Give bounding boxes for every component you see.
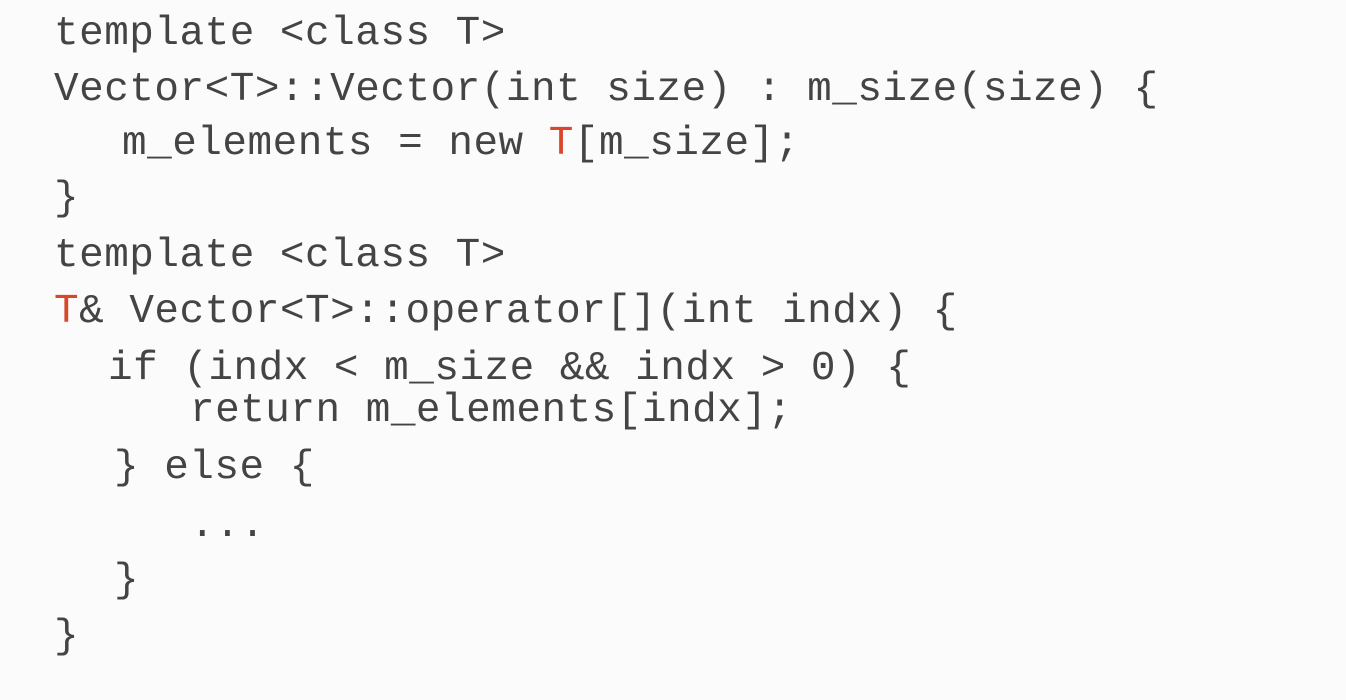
code-line-closing-brace: }: [54, 176, 80, 222]
code-slide: template <class T> Vector<T>::Vector(int…: [0, 0, 1346, 700]
code-line-closing-brace: }: [114, 558, 140, 604]
code-line-else: } else {: [114, 445, 315, 491]
code-line-if-condition: if (indx < m_size && indx > 0) {: [108, 346, 912, 392]
code-line-template-declaration: template <class T>: [54, 11, 506, 57]
code-line-operator-signature: T& Vector<T>::operator[](int indx) {: [54, 288, 958, 336]
code-line-ellipsis: ...: [190, 503, 266, 549]
code-line-constructor-signature: Vector<T>::Vector(int size) : m_size(siz…: [54, 67, 1159, 113]
code-line-constructor-body: m_elements = new T[m_size];: [122, 120, 800, 168]
highlighted-type-parameter: T: [548, 121, 574, 167]
code-line-return-statement: return m_elements[indx];: [190, 388, 793, 434]
highlighted-type-parameter: T: [54, 289, 80, 335]
code-line-template-declaration: template <class T>: [54, 233, 506, 279]
code-fragment: m_elements = new: [122, 121, 549, 167]
code-fragment: & Vector<T>::operator[](int indx) {: [79, 289, 958, 335]
code-fragment: [m_size];: [573, 121, 800, 167]
code-line-closing-brace: }: [54, 614, 80, 660]
